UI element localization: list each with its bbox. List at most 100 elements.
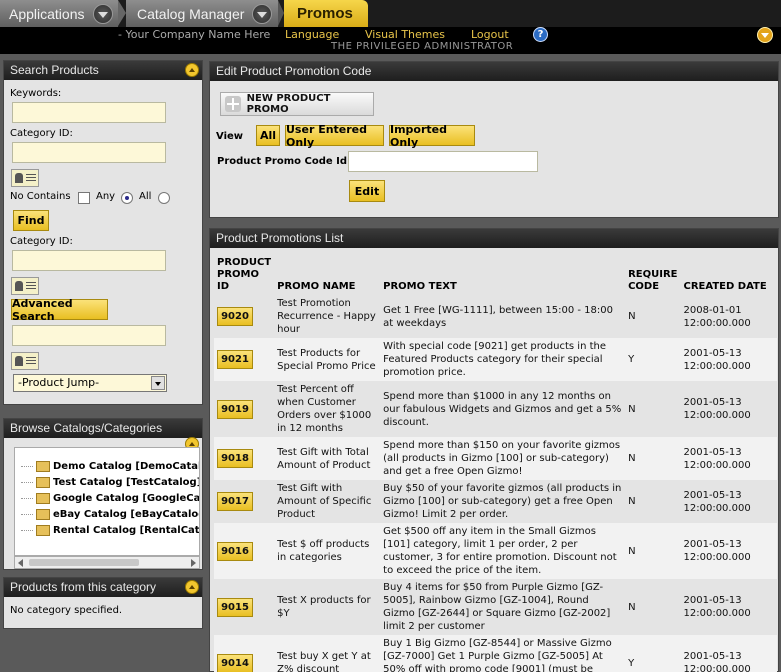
collapse-up-icon[interactable] [185, 580, 199, 594]
promo-text-cell: Spend more than $150 on your favorite gi… [380, 437, 626, 480]
folder-icon [36, 476, 50, 488]
collapse-up-icon[interactable] [185, 63, 199, 77]
table-row[interactable]: 9021 Test Products for Special Promo Pric… [214, 338, 777, 381]
column-header[interactable]: PRODUCT PROMO ID [214, 255, 274, 295]
lookup-icon[interactable] [11, 277, 39, 295]
tree-item-label[interactable]: Test Catalog [TestCatalog] [53, 477, 199, 488]
new-product-promo-button[interactable]: NEW PRODUCT PROMO [220, 92, 374, 116]
advanced-search-button[interactable]: Advanced Search [11, 297, 108, 323]
table-row[interactable]: 9017 Test Gift with Amount of Specific Pr… [214, 480, 777, 523]
tab-applications[interactable]: Applications [0, 0, 118, 27]
chevron-down-icon[interactable] [151, 376, 165, 390]
promo-text-cell: Buy $50 of your favorite gizmos (all pro… [380, 480, 626, 523]
scroll-left-icon[interactable] [18, 559, 23, 567]
no-contains-checkbox[interactable] [78, 192, 90, 204]
require-code-cell: Y [625, 635, 681, 672]
collapse-header-icon[interactable] [757, 27, 773, 43]
tree-item-label[interactable]: Rental Catalog [RentalCatalog] [53, 525, 199, 536]
promotions-list-panel: Product Promotions List PRODUCT PROMO ID… [209, 228, 779, 672]
scroll-thumb[interactable] [29, 559, 139, 566]
any-radio[interactable] [121, 192, 133, 204]
tree-item[interactable]: Demo Catalog [DemoCatalog] [15, 458, 199, 474]
promo-id-cell: 9017 [214, 480, 275, 523]
require-code-cell: N [625, 381, 681, 437]
category-id-input-2[interactable] [12, 250, 166, 271]
require-code-cell: N [625, 295, 681, 338]
tree-item[interactable]: eBay Catalog [eBayCatalog] [15, 506, 199, 522]
keywords-input[interactable] [12, 102, 166, 123]
tab-separator [278, 0, 284, 26]
link-visual-themes[interactable]: Visual Themes [365, 28, 445, 41]
link-logout[interactable]: Logout [471, 28, 509, 41]
tree-item-label[interactable]: Demo Catalog [DemoCatalog] [53, 461, 199, 472]
lookup-icon[interactable] [11, 169, 39, 187]
promo-name-cell: Test Promotion Recurrence - Happy hour [274, 295, 381, 338]
category-id-label-2: Category ID: [10, 236, 73, 247]
created-date-cell: 2001-05-13 12:00:00.000 [680, 381, 777, 437]
promo-id-cell: 9016 [214, 523, 275, 579]
panel-header: Browse Catalogs/Categories [4, 419, 202, 451]
promotions-table: PRODUCT PROMO ID PROMO NAME PROMO TEXT R… [214, 255, 777, 672]
tab-label: Applications [9, 5, 85, 22]
folder-icon [36, 460, 50, 472]
tree-horizontal-scrollbar[interactable] [14, 556, 200, 569]
promo-id-badge[interactable]: 9020 [217, 307, 253, 326]
table-row[interactable]: 9019 Test Percent off when Customer Order… [214, 381, 777, 437]
help-icon[interactable]: ? [533, 27, 548, 42]
column-header[interactable]: PROMO TEXT [380, 255, 625, 295]
product-jump-select[interactable]: -Product Jump- [13, 374, 167, 392]
all-radio[interactable] [158, 192, 170, 204]
require-code-cell: Y [625, 338, 681, 381]
lookup-icon[interactable] [11, 352, 39, 370]
edit-button[interactable]: Edit [349, 180, 385, 202]
chevron-down-icon[interactable] [92, 3, 113, 24]
advanced-search-input[interactable] [12, 325, 166, 346]
tree-item[interactable]: Test Catalog [TestCatalog] [15, 474, 199, 490]
panel-header: Product Promotions List [210, 229, 778, 248]
tree-item-label[interactable]: eBay Catalog [eBayCatalog] [53, 509, 199, 520]
all-label: All [139, 191, 152, 202]
promo-id-badge[interactable]: 9018 [217, 449, 253, 468]
tree-item-label[interactable]: Google Catalog [GoogleCatalog] [53, 493, 199, 504]
table-row[interactable]: 9015 Test X products for $Y Buy 4 items fo… [214, 579, 777, 635]
chevron-down-icon[interactable] [252, 3, 273, 24]
admin-label: THE PRIVILEGED ADMINISTRATOR [331, 41, 514, 52]
sub-header-bar: - Your Company Name Here Language Visual… [0, 27, 781, 54]
tree-item[interactable]: Google Catalog [GoogleCatalog] [15, 490, 199, 506]
view-all-button[interactable]: All [256, 125, 280, 146]
table-row[interactable]: 9020 Test Promotion Recurrence - Happy ho… [214, 295, 777, 338]
tree-item[interactable]: Rental Catalog [RentalCatalog] [15, 522, 199, 538]
column-header[interactable]: CREATED DATE [681, 255, 778, 295]
column-header[interactable]: REQUIRE CODE [625, 255, 680, 295]
table-row[interactable]: 9018 Test Gift with Total Amount of Produ… [214, 437, 777, 480]
category-id-input[interactable] [12, 142, 166, 163]
find-button[interactable]: Find [13, 210, 49, 231]
promo-id-badge[interactable]: 9016 [217, 541, 253, 561]
no-contains-label: No Contains [10, 191, 71, 202]
company-name: - Your Company Name Here [118, 28, 271, 41]
promo-name-cell: Test Percent off when Customer Orders ov… [274, 381, 381, 437]
view-imported-button[interactable]: Imported Only [389, 123, 475, 149]
promo-id-badge[interactable]: 9021 [217, 350, 253, 369]
created-date-cell: 2001-05-13 12:00:00.000 [680, 338, 777, 381]
any-label: Any [96, 191, 116, 202]
promo-id-badge[interactable]: 9019 [217, 399, 253, 419]
require-code-cell: N [625, 437, 681, 480]
link-language[interactable]: Language [285, 28, 339, 41]
promo-id-badge[interactable]: 9017 [217, 492, 253, 511]
column-header[interactable]: PROMO NAME [274, 255, 380, 295]
panel-title: Products from this category [10, 580, 157, 594]
table-row[interactable]: 9016 Test $ off products in categories Get… [214, 523, 777, 579]
table-row[interactable]: 9014 Test buy X get Y at Z% discount Buy 1… [214, 635, 777, 672]
created-date-cell: 2001-05-13 12:00:00.000 [680, 579, 777, 635]
view-user-entered-button[interactable]: User Entered Only [285, 123, 384, 149]
promo-id-badge[interactable]: 9014 [217, 653, 253, 672]
tab-promos[interactable]: Promos [284, 0, 368, 27]
promo-id-badge[interactable]: 9015 [217, 597, 253, 617]
promo-code-id-input[interactable] [348, 151, 538, 172]
require-code-cell: N [625, 579, 681, 635]
promo-text-cell: Get $500 off any item in the Small Gizmo… [380, 523, 626, 579]
scroll-right-icon[interactable] [191, 559, 196, 567]
tab-catalog-manager[interactable]: Catalog Manager [126, 0, 278, 27]
browse-catalogs-panel: Browse Catalogs/Categories Demo Catalog … [3, 418, 203, 570]
